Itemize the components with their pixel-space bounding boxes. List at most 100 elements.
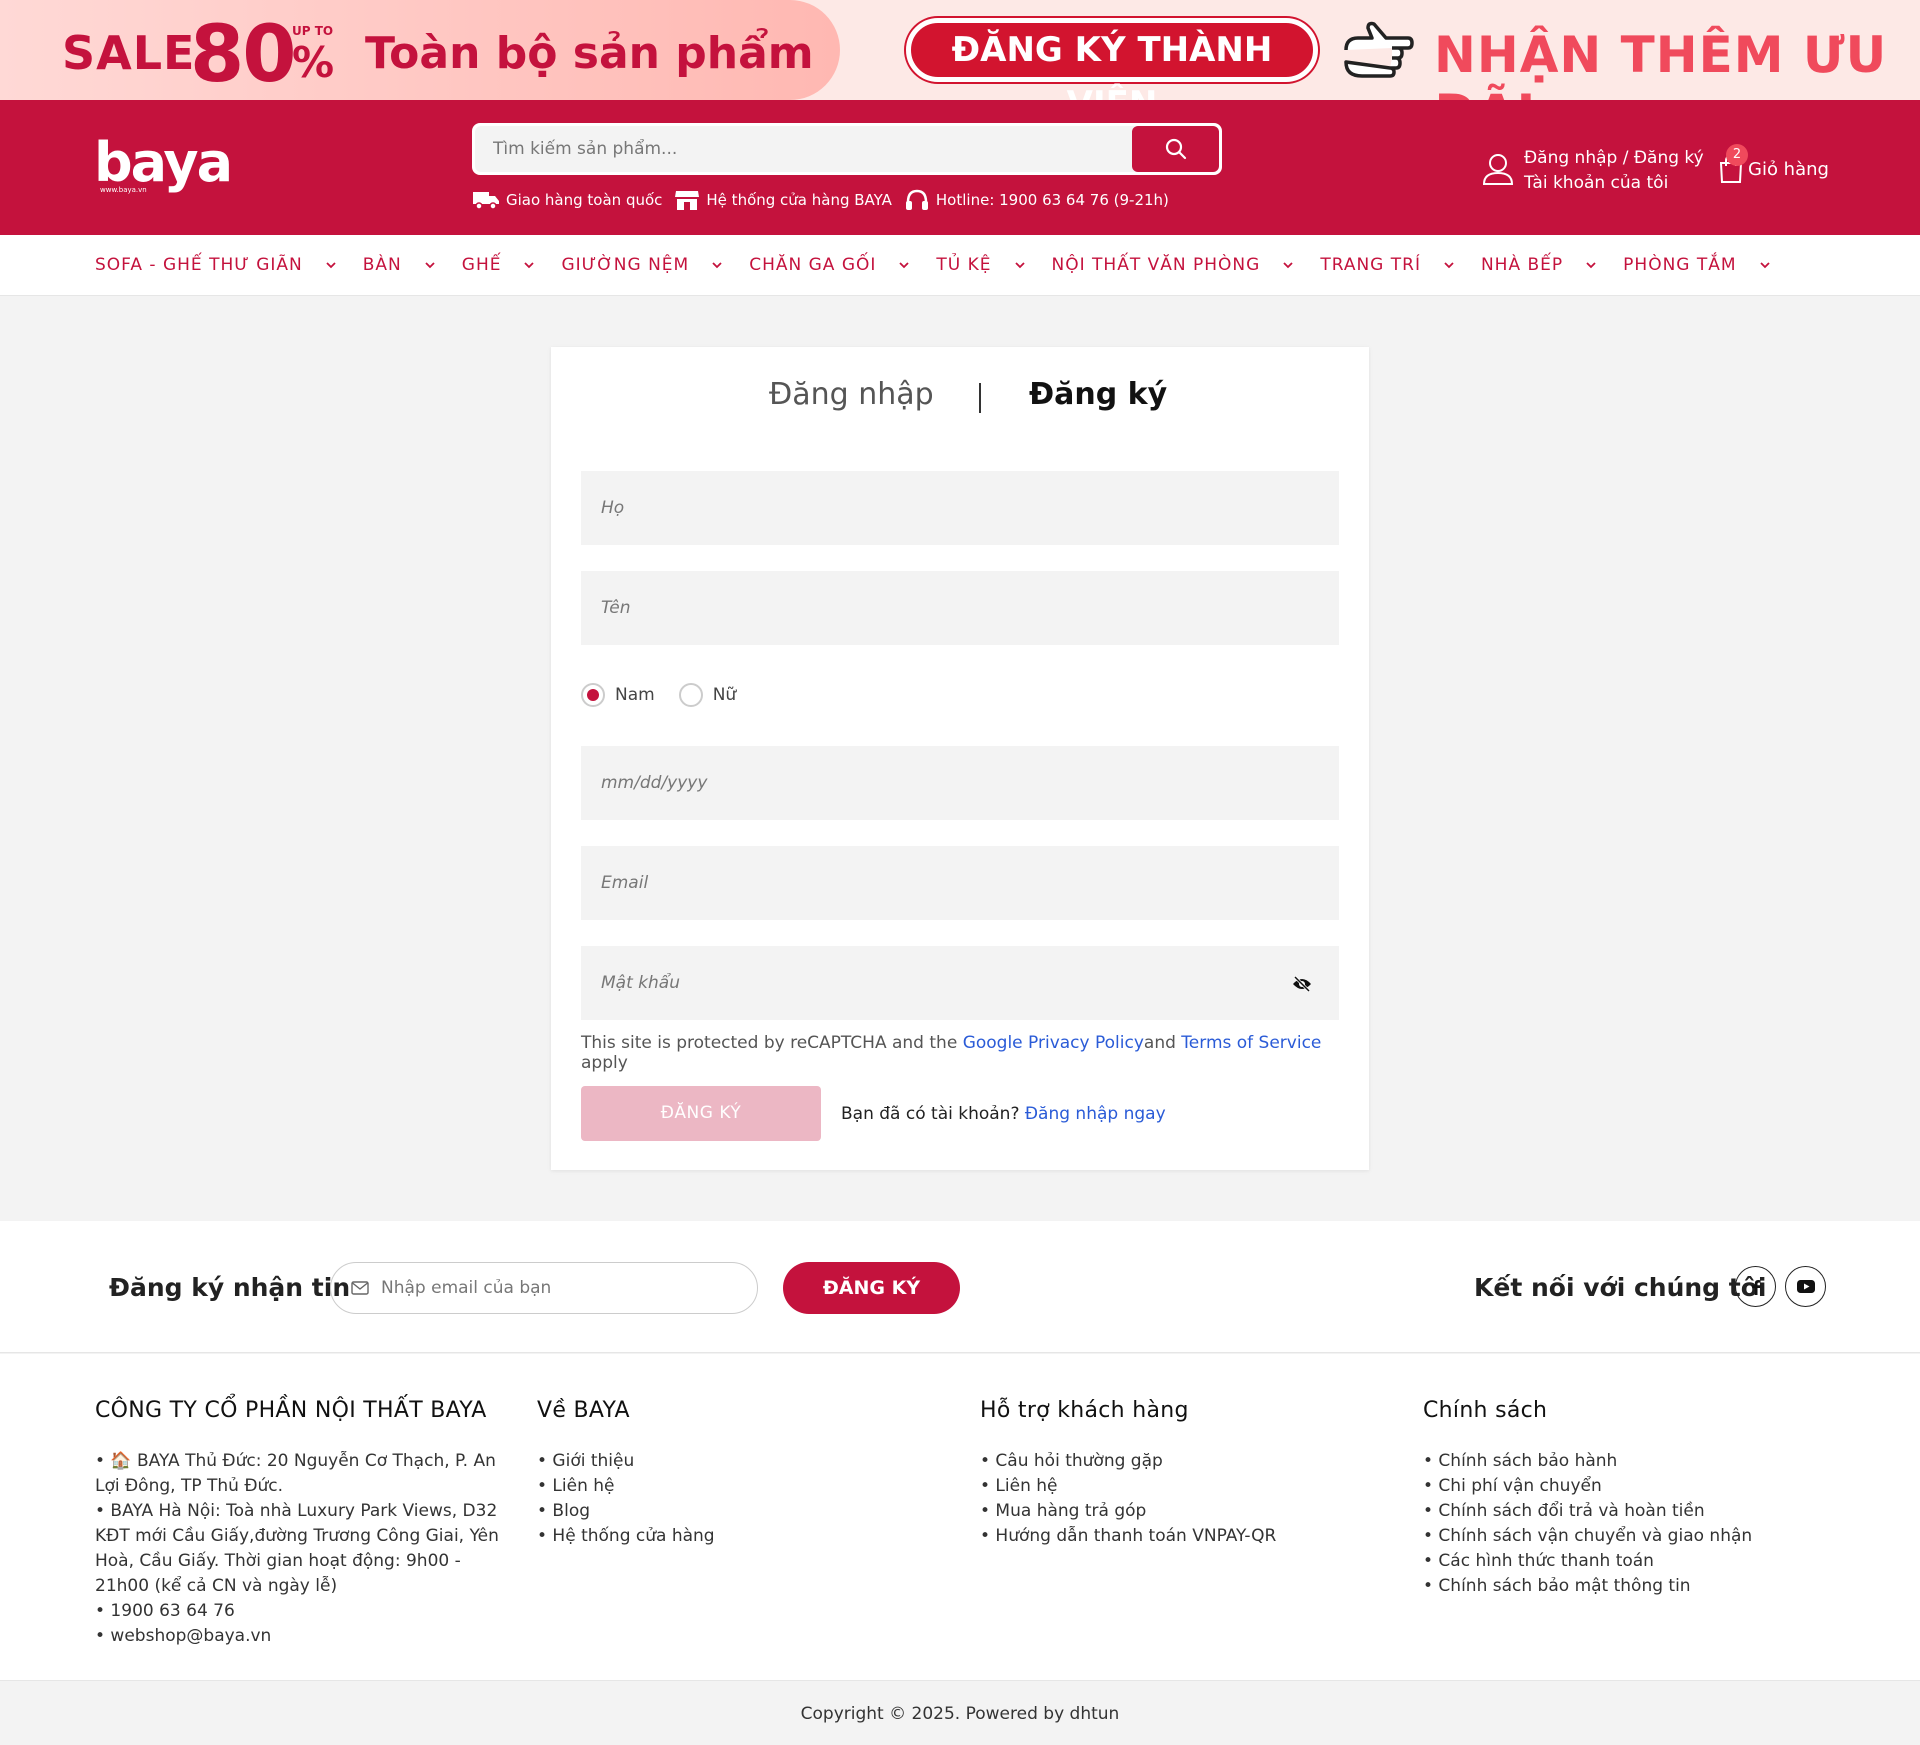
recaptcha-suffix: apply	[581, 1053, 628, 1073]
nav-item-giuong-nem[interactable]: GIƯỜNG NỆM	[561, 255, 723, 275]
newsletter-subscribe-button[interactable]: ĐĂNG KÝ	[783, 1262, 960, 1314]
search-bar	[472, 123, 1222, 175]
youtube-icon	[1796, 1280, 1815, 1293]
search-icon	[1165, 138, 1186, 160]
account-my-account[interactable]: Tài khoản của tôi	[1524, 171, 1704, 196]
footer-support-column: Hỗ trợ khách hàng • Câu hỏi thường gặp •…	[980, 1398, 1400, 1549]
footer-policy-link[interactable]: • Các hình thức thanh toán	[1423, 1549, 1843, 1574]
account-login-register[interactable]: Đăng nhập / Đăng ký	[1524, 146, 1704, 171]
copyright: Copyright © 2025. Powered by dhtun	[0, 1680, 1920, 1745]
footer-support-link[interactable]: • Liên hệ	[980, 1474, 1400, 1499]
nav-item-tu-ke[interactable]: TỦ KỆ	[936, 255, 1025, 275]
footer-policy-link[interactable]: • Chính sách bảo mật thông tin	[1423, 1574, 1843, 1599]
promo-banner[interactable]: SALE 80 UP TO % Toàn bộ sản phẩm ĐĂNG KÝ…	[0, 0, 1920, 100]
gender-male-radio[interactable]	[581, 683, 605, 707]
footer-company-item: • 1900 63 64 76	[95, 1601, 235, 1621]
chevron-down-icon	[1759, 262, 1770, 269]
footer-support-link[interactable]: • Mua hàng trả góp	[980, 1499, 1400, 1524]
search-input[interactable]	[475, 126, 1135, 172]
gender-female-radio[interactable]	[678, 683, 703, 707]
first-name-field[interactable]	[581, 571, 1339, 645]
nav-item-noi-that-van-phong[interactable]: NỘI THẤT VĂN PHÒNG	[1052, 255, 1295, 275]
footer-support-link[interactable]: • Hướng dẫn thanh toán VNPAY-QR	[980, 1524, 1400, 1549]
newsletter-section: Đăng ký nhận tin ĐĂNG KÝ Kết nối với chú…	[0, 1221, 1920, 1353]
nav-item-label: SOFA - GHẾ THƯ GIÃN	[95, 255, 303, 275]
recaptcha-and: and	[1143, 1033, 1182, 1053]
nav-item-label: TỦ KỆ	[936, 255, 992, 275]
feature-shipping[interactable]: Giao hàng toàn quốc	[472, 189, 662, 211]
newsletter-email-input[interactable]	[381, 1278, 741, 1298]
eye-slash-icon[interactable]	[1292, 975, 1312, 993]
feature-stores[interactable]: Hệ thống cửa hàng BAYA	[674, 189, 892, 211]
cart-label: Giỏ hàng	[1748, 158, 1829, 180]
site-footer: CÔNG TY CỔ PHẦN NỘI THẤT BAYA • 🏠 BAYA T…	[0, 1354, 1920, 1680]
birthday-field[interactable]	[581, 746, 1339, 820]
logo-text: baya	[94, 131, 233, 194]
gender-male-label: Nam	[615, 685, 655, 705]
footer-about-link[interactable]: • Hệ thống cửa hàng	[537, 1524, 957, 1549]
recaptcha-notice: This site is protected by reCAPTCHA and …	[581, 1033, 1369, 1073]
privacy-policy-link[interactable]: Google Privacy Policy	[963, 1033, 1144, 1053]
facebook-icon	[1751, 1279, 1760, 1295]
footer-about-title: Về BAYA	[537, 1398, 630, 1423]
have-account-label: Bạn đã có tài khoản?	[841, 1104, 1025, 1124]
terms-of-service-link[interactable]: Terms of Service	[1181, 1033, 1321, 1053]
radio-selected-dot	[587, 689, 599, 701]
nav-item-phong-tam[interactable]: PHÒNG TẮM	[1623, 255, 1770, 275]
nav-item-trang-tri[interactable]: TRANG TRÍ	[1320, 255, 1455, 275]
footer-policy-link[interactable]: • Chi phí vận chuyển	[1423, 1474, 1843, 1499]
cart-count-badge: 2	[1726, 144, 1748, 166]
password-field[interactable]	[581, 946, 1339, 1020]
register-card: Đăng nhập Đăng ký Nam Nữ This site is pr…	[551, 347, 1369, 1170]
chevron-down-icon	[425, 262, 435, 269]
headset-icon	[905, 189, 928, 210]
tab-register[interactable]: Đăng ký	[1029, 377, 1167, 412]
logo[interactable]: baya www.baya.vn	[94, 131, 233, 195]
nav-item-chan-ga-goi[interactable]: CHĂN GA GỐI	[749, 255, 910, 275]
envelope-icon	[351, 1281, 369, 1295]
nav-item-label: TRANG TRÍ	[1320, 255, 1421, 275]
feature-hotline[interactable]: Hotline: 1900 63 64 76 (9-21h)	[904, 188, 1169, 212]
email-field[interactable]	[581, 846, 1339, 920]
promo-member-button[interactable]: ĐĂNG KÝ THÀNH VIÊN	[906, 18, 1318, 100]
register-submit-button[interactable]: ĐĂNG KÝ	[581, 1086, 821, 1141]
gender-radio-group: Nam Nữ	[581, 683, 760, 707]
promo-sale-text: SALE	[62, 26, 196, 80]
auth-tabs: Đăng nhập Đăng ký	[551, 377, 1369, 429]
pointing-hand-icon	[1344, 21, 1414, 78]
youtube-link[interactable]	[1785, 1266, 1826, 1307]
nav-item-label: GIƯỜNG NỆM	[561, 255, 690, 275]
footer-support-link[interactable]: • Câu hỏi thường gặp	[980, 1449, 1400, 1474]
cart-link[interactable]: 2 Giỏ hàng	[1718, 144, 1829, 184]
footer-about-link[interactable]: • Blog	[537, 1499, 957, 1524]
store-icon	[675, 191, 700, 210]
tab-login[interactable]: Đăng nhập	[769, 377, 934, 412]
nav-item-sofa[interactable]: SOFA - GHẾ THƯ GIÃN	[95, 255, 337, 275]
nav-item-label: PHÒNG TẮM	[1623, 255, 1737, 275]
nav-item-ghe[interactable]: GHẾ	[462, 255, 536, 275]
feature-hotline-label: Hotline: 1900 63 64 76 (9-21h)	[935, 191, 1169, 209]
promo-pct-sign: %	[292, 38, 335, 87]
nav-item-ban[interactable]: BÀN	[363, 255, 436, 275]
nav-item-label: NHÀ BẾP	[1480, 255, 1564, 275]
login-now-link[interactable]: Đăng nhập ngay	[1025, 1104, 1166, 1124]
facebook-link[interactable]	[1735, 1266, 1776, 1307]
footer-policy-link[interactable]: • Chính sách đổi trả và hoàn tiền	[1423, 1499, 1843, 1524]
account-link[interactable]: Đăng nhập / Đăng ký Tài khoản của tôi	[1482, 146, 1704, 196]
footer-support-title: Hỗ trợ khách hàng	[980, 1398, 1189, 1423]
logo-subtext: www.baya.vn	[100, 186, 147, 194]
feature-stores-label: Hệ thống cửa hàng BAYA	[706, 191, 892, 209]
search-button[interactable]	[1132, 126, 1219, 172]
footer-company-item: • BAYA Hà Nội: Toà nhà Luxury Park Views…	[95, 1501, 499, 1596]
nav-item-label: NỘI THẤT VĂN PHÒNG	[1051, 255, 1261, 275]
footer-company-item: • 🏠 BAYA Thủ Đức: 20 Nguyễn Cơ Thạch, P.…	[95, 1451, 496, 1496]
footer-company-title: CÔNG TY CỔ PHẦN NỘI THẤT BAYA	[95, 1398, 487, 1423]
footer-about-link[interactable]: • Liên hệ	[537, 1474, 957, 1499]
footer-policy-link[interactable]: • Chính sách vận chuyển và giao nhận	[1423, 1524, 1843, 1549]
footer-company-item: • webshop@baya.vn	[95, 1626, 272, 1646]
nav-item-nha-bep[interactable]: NHÀ BẾP	[1481, 255, 1597, 275]
footer-policy-link[interactable]: • Chính sách bảo hành	[1423, 1449, 1843, 1474]
last-name-field[interactable]	[581, 471, 1339, 545]
footer-about-link[interactable]: • Giới thiệu	[537, 1449, 957, 1474]
truck-icon	[473, 192, 499, 210]
